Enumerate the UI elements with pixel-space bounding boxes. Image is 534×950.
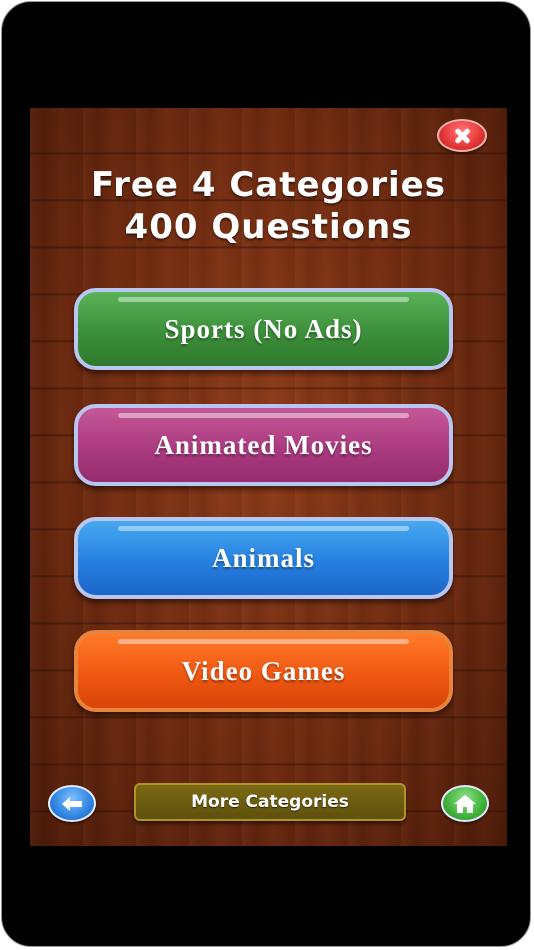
close-icon bbox=[453, 127, 471, 145]
home-icon bbox=[454, 794, 476, 813]
category-sports-button[interactable]: Sports (No Ads) bbox=[74, 288, 453, 370]
device-frame: Free 4 Categories 400 Questions Sports (… bbox=[1, 1, 531, 947]
page-title-line1: Free 4 Categories bbox=[91, 165, 446, 205]
category-video-games-button[interactable]: Video Games bbox=[74, 630, 453, 712]
page-title-line2: 400 Questions bbox=[124, 207, 413, 247]
app-screen: Free 4 Categories 400 Questions Sports (… bbox=[30, 108, 507, 846]
close-button[interactable] bbox=[437, 119, 487, 152]
category-animated-movies-button[interactable]: Animated Movies bbox=[74, 404, 453, 486]
more-categories-button[interactable]: More Categories bbox=[134, 783, 406, 821]
back-arrow-icon bbox=[62, 796, 82, 811]
home-button[interactable] bbox=[441, 785, 489, 822]
more-categories-label: More Categories bbox=[191, 792, 349, 812]
category-animals-button[interactable]: Animals bbox=[74, 517, 453, 599]
back-button[interactable] bbox=[48, 785, 96, 822]
